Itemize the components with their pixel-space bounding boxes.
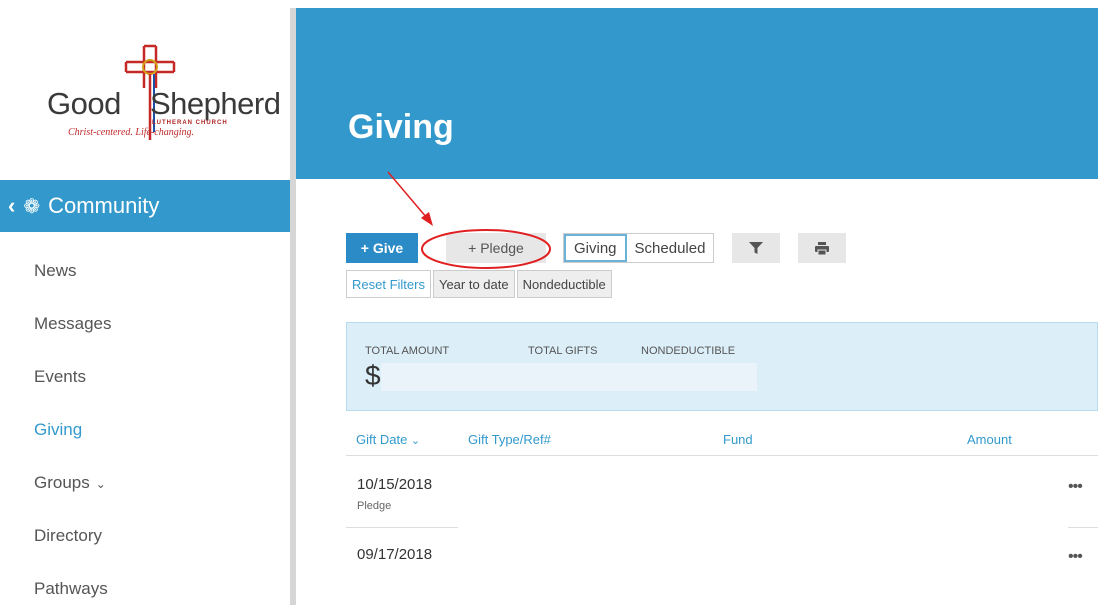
- logo-word-good: Good: [47, 86, 121, 121]
- logo-tagline: Christ-centered. Life-changing.: [68, 127, 194, 138]
- column-header-gift-date[interactable]: Gift Date ⌄: [356, 432, 420, 447]
- sidebar: Good Shepherd LUTHERAN CHURCH Christ-cen…: [0, 0, 290, 605]
- filter-icon: [749, 242, 764, 254]
- community-gear-icon: ❁: [23, 195, 41, 218]
- gift-date-cell: 09/17/2018: [357, 546, 433, 563]
- tab-scheduled[interactable]: Scheduled: [626, 234, 714, 262]
- print-button[interactable]: [798, 233, 847, 263]
- sidebar-item-pathways[interactable]: Pathways: [34, 562, 111, 605]
- church-logo[interactable]: Good Shepherd LUTHERAN CHURCH Christ-cen…: [40, 40, 281, 160]
- reset-filters-button[interactable]: Reset Filters: [346, 270, 431, 298]
- sidebar-item-label: Directory: [34, 526, 103, 545]
- tab-giving[interactable]: Giving: [564, 234, 627, 262]
- giving-toolbar: + Give + Pledge Giving Scheduled: [346, 233, 847, 263]
- pledge-button[interactable]: + Pledge: [446, 233, 546, 263]
- gifts-table-header: Gift Date ⌄ Gift Type/Ref# Fund Amount: [346, 424, 1098, 456]
- sidebar-nav: News Messages Events Giving Groups ⌄ Dire…: [34, 244, 111, 605]
- sidebar-item-label: Events: [34, 367, 86, 386]
- column-header-fund[interactable]: Fund: [723, 432, 753, 447]
- sidebar-item-label: News: [34, 261, 77, 280]
- annotation-arrowhead-icon: [421, 212, 433, 226]
- sidebar-item-giving[interactable]: Giving: [34, 403, 111, 456]
- filter-chip-nondeductible[interactable]: Nondeductible: [516, 270, 612, 298]
- column-header-gift-type[interactable]: Gift Type/Ref#: [468, 432, 551, 447]
- nondeductible-label: NONDEDUCTIBLE: [641, 345, 736, 357]
- community-section-header[interactable]: ‹ ❁ Community: [0, 180, 290, 232]
- total-gifts-label: TOTAL GIFTS: [528, 345, 598, 357]
- view-toggle: Giving Scheduled: [563, 233, 715, 263]
- logo-word-shepherd: Shepherd: [150, 86, 281, 121]
- column-header-amount[interactable]: Amount: [967, 432, 1012, 447]
- page-title: Giving: [348, 108, 454, 146]
- sidebar-item-news[interactable]: News: [34, 244, 111, 297]
- give-button[interactable]: + Give: [346, 233, 418, 263]
- row-menu-icon[interactable]: •••: [1068, 548, 1083, 566]
- chevron-down-icon: ⌄: [95, 477, 106, 491]
- sidebar-item-messages[interactable]: Messages: [34, 297, 111, 350]
- gift-type-cell: Pledge: [357, 500, 392, 512]
- sidebar-item-events[interactable]: Events: [34, 350, 111, 403]
- community-label: Community: [48, 193, 160, 218]
- sidebar-item-label: Messages: [34, 314, 112, 333]
- filter-button[interactable]: [732, 233, 781, 263]
- giving-summary-panel: TOTAL AMOUNT TOTAL GIFTS NONDEDUCTIBLE $: [346, 322, 1098, 411]
- chevron-left-icon[interactable]: ‹: [8, 193, 15, 219]
- gift-date-cell: 10/15/2018: [357, 476, 433, 493]
- sidebar-item-groups[interactable]: Groups ⌄: [34, 456, 111, 509]
- page-header: Giving: [296, 8, 1098, 179]
- total-amount-label: TOTAL AMOUNT: [365, 345, 450, 357]
- filter-chips: Reset Filters Year to date Nondeductible: [346, 270, 614, 298]
- sidebar-item-label: Groups: [34, 473, 90, 492]
- row-menu-icon[interactable]: •••: [1068, 478, 1083, 496]
- sidebar-item-directory[interactable]: Directory: [34, 509, 111, 562]
- redacted-summary-values: [381, 363, 757, 391]
- print-icon: [815, 241, 830, 255]
- sidebar-item-label: Giving: [34, 420, 83, 439]
- row-divider: [346, 527, 458, 528]
- column-header-label: Gift Date: [356, 432, 408, 447]
- filter-chip-year-to-date[interactable]: Year to date: [432, 270, 515, 298]
- chevron-down-icon: ⌄: [410, 435, 421, 447]
- total-amount-currency: $: [365, 360, 381, 391]
- logo-subtitle: LUTHERAN CHURCH: [152, 120, 228, 126]
- row-divider: [1068, 527, 1098, 528]
- sidebar-item-label: Pathways: [34, 579, 108, 598]
